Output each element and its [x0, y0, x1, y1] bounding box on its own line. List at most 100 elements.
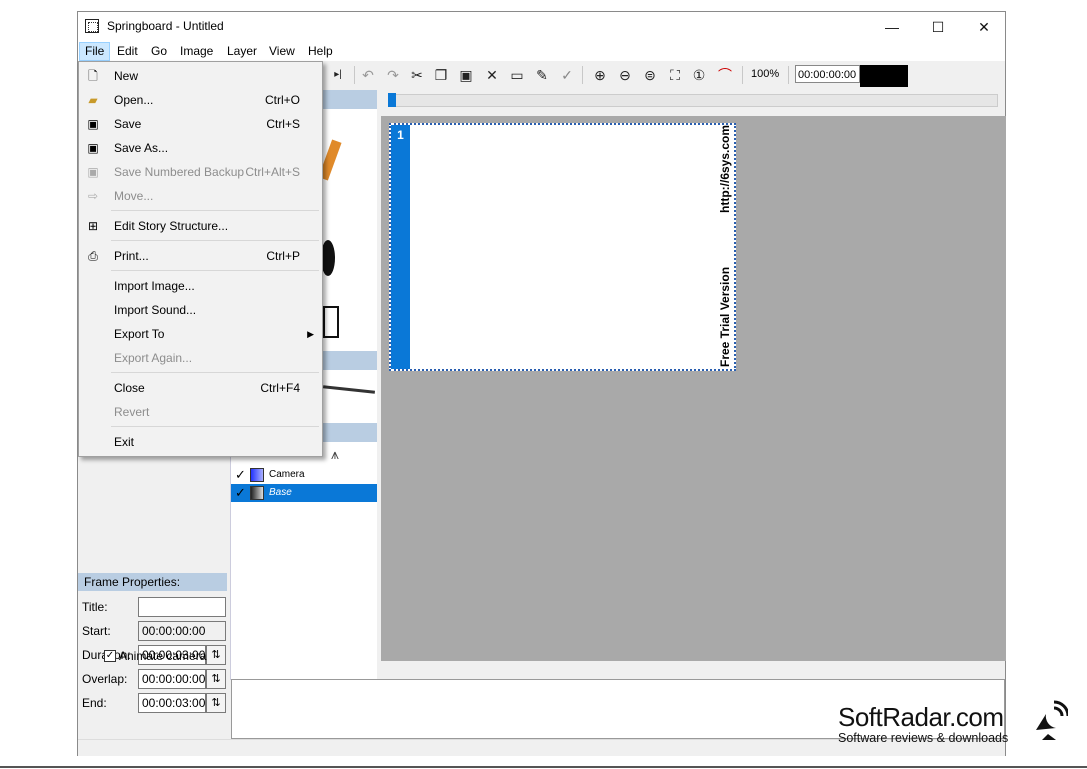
layer-swatch — [250, 468, 264, 482]
menu-item-open[interactable]: ▰ Open... Ctrl+O — [79, 88, 322, 112]
submenu-arrow-icon: ▶ — [307, 329, 314, 339]
frame-number: 1 — [391, 125, 410, 369]
menu-item-label: Export Again... — [114, 351, 193, 365]
menu-bar: File Edit Go Image Layer View Help — [78, 42, 1005, 61]
cut-icon[interactable]: ✂ — [407, 65, 427, 85]
menu-item-label: Export To — [114, 327, 165, 341]
delete-icon[interactable]: ✕ — [482, 65, 502, 85]
layer-row-base[interactable]: ✓ Base — [231, 484, 377, 502]
menu-item-export-again[interactable]: Export Again... — [79, 346, 322, 370]
title-label: Title: — [82, 600, 108, 614]
menu-image[interactable]: Image — [175, 42, 218, 61]
menu-go[interactable]: Go — [146, 42, 172, 61]
menu-edit[interactable]: Edit — [112, 42, 143, 61]
menu-view[interactable]: View — [264, 42, 300, 61]
satellite-dish-icon — [1036, 700, 1068, 740]
move-icon: ⇨ — [87, 189, 99, 203]
layer-name: Camera — [269, 469, 305, 480]
menu-item-label: Save Numbered Backup — [114, 165, 245, 179]
check-tool-icon[interactable]: ✓ — [557, 65, 577, 85]
menu-item-new[interactable]: 🗋 New — [79, 64, 322, 88]
menu-item-revert[interactable]: Revert — [79, 400, 322, 424]
menu-item-label: Revert — [114, 405, 150, 419]
title-field[interactable] — [138, 597, 226, 617]
menu-item-save-numbered-backup[interactable]: ▣ Save Numbered Backup Ctrl+Alt+S — [79, 160, 322, 184]
toolbar-separator — [788, 66, 789, 84]
actual-size-icon[interactable]: ① — [689, 65, 709, 85]
ellipse-shape-icon[interactable] — [321, 240, 335, 276]
copy-icon[interactable]: ❐ — [431, 65, 451, 85]
overlap-field[interactable]: 00:00:00:00 — [138, 669, 206, 689]
menu-item-save[interactable]: ▣ Save Ctrl+S — [79, 112, 322, 136]
redo-icon[interactable]: ↷ — [383, 65, 403, 85]
menu-help[interactable]: Help — [303, 42, 338, 61]
menu-separator — [111, 426, 319, 427]
animate-camera-checkbox[interactable]: ✓ — [104, 650, 116, 662]
layer-name: Base — [269, 487, 292, 498]
menu-item-exit[interactable]: Exit — [79, 430, 322, 454]
window-title: Springboard - Untitled — [107, 19, 224, 33]
menu-item-export-to[interactable]: Export To ▶ — [79, 322, 322, 346]
timeline-marker[interactable] — [388, 93, 396, 107]
next-frame-icon[interactable]: ▸| — [328, 65, 348, 85]
end-stepper[interactable]: ⇅ — [206, 693, 226, 713]
rectangle-shape-icon[interactable] — [323, 306, 339, 338]
toolbar-separator — [582, 66, 583, 84]
menu-item-label: Exit — [114, 435, 135, 449]
fit-window-icon[interactable]: ⛶ — [665, 65, 685, 85]
menu-item-shortcut: Ctrl+Alt+S — [245, 165, 300, 179]
menu-item-label: Edit Story Structure... — [114, 219, 229, 233]
backup-icon: ▣ — [87, 165, 99, 179]
zoom-in-icon[interactable]: ⊕ — [590, 65, 610, 85]
menu-item-shortcut: Ctrl+O — [264, 93, 300, 107]
curve-icon[interactable]: ⌒ — [715, 65, 735, 85]
menu-item-import-sound[interactable]: Import Sound... — [79, 298, 322, 322]
storyboard-frame[interactable]: 1 http://6sys.com Free Trial Version — [389, 123, 736, 371]
paste-icon[interactable]: ▣ — [456, 65, 476, 85]
menu-item-label: Close — [114, 381, 145, 395]
page-bottom-rule — [0, 766, 1087, 768]
maximize-button[interactable]: ☐ — [915, 12, 961, 42]
stroke-preview — [322, 385, 376, 394]
menu-item-shortcut: Ctrl+S — [266, 117, 300, 131]
menu-item-move[interactable]: ⇨ Move... — [79, 184, 322, 208]
minimize-button[interactable]: — — [869, 12, 915, 42]
open-folder-icon: ▰ — [88, 93, 98, 107]
start-label: Start: — [82, 624, 111, 638]
menu-item-label: Print... — [114, 249, 149, 263]
story-structure-icon: ⊞ — [87, 219, 99, 233]
layer-visible-check[interactable]: ✓ — [235, 466, 246, 484]
frame-properties-header: Frame Properties: — [78, 573, 227, 591]
menu-item-save-as[interactable]: ▣ Save As... — [79, 136, 322, 160]
start-field[interactable]: 00:00:00:00 — [138, 621, 226, 641]
storyboard-canvas[interactable]: 1 http://6sys.com Free Trial Version — [381, 116, 1006, 661]
zoom-level[interactable]: 100% — [751, 68, 779, 80]
url-watermark-text: http://6sys.com — [718, 124, 732, 213]
duration-stepper[interactable]: ⇅ — [206, 645, 226, 665]
end-field[interactable]: 00:00:03:00 — [138, 693, 206, 713]
undo-icon[interactable]: ↶ — [358, 65, 378, 85]
menu-separator — [111, 372, 319, 373]
menu-item-close[interactable]: Close Ctrl+F4 — [79, 376, 322, 400]
timeline-bar[interactable] — [390, 94, 998, 107]
menu-item-label: Move... — [114, 189, 154, 203]
zoom-fit-icon[interactable]: ⊜ — [640, 65, 660, 85]
menu-file[interactable]: File — [79, 42, 111, 61]
overlap-stepper[interactable]: ⇅ — [206, 669, 226, 689]
menu-layer[interactable]: Layer — [222, 42, 262, 61]
menu-item-label: Save — [114, 117, 142, 131]
toolbar-separator — [742, 66, 743, 84]
frame-icon[interactable]: ▭ — [507, 65, 527, 85]
layer-tool-icon[interactable]: ⩚ — [331, 446, 339, 463]
layer-visible-check[interactable]: ✓ — [235, 484, 246, 502]
menu-item-print[interactable]: ⎙ Print... Ctrl+P — [79, 244, 322, 268]
timecode-display[interactable]: 00:00:00:00 — [795, 65, 860, 83]
menu-item-edit-story-structure[interactable]: ⊞ Edit Story Structure... — [79, 214, 322, 238]
menu-item-import-image[interactable]: Import Image... — [79, 274, 322, 298]
zoom-out-icon[interactable]: ⊖ — [615, 65, 635, 85]
pencil-icon[interactable]: ✎ — [532, 65, 552, 85]
close-button[interactable]: ✕ — [961, 12, 1007, 42]
save-icon: ▣ — [87, 117, 99, 131]
timecode-black-area — [860, 65, 908, 87]
layer-row-camera[interactable]: ✓ Camera — [231, 466, 377, 484]
